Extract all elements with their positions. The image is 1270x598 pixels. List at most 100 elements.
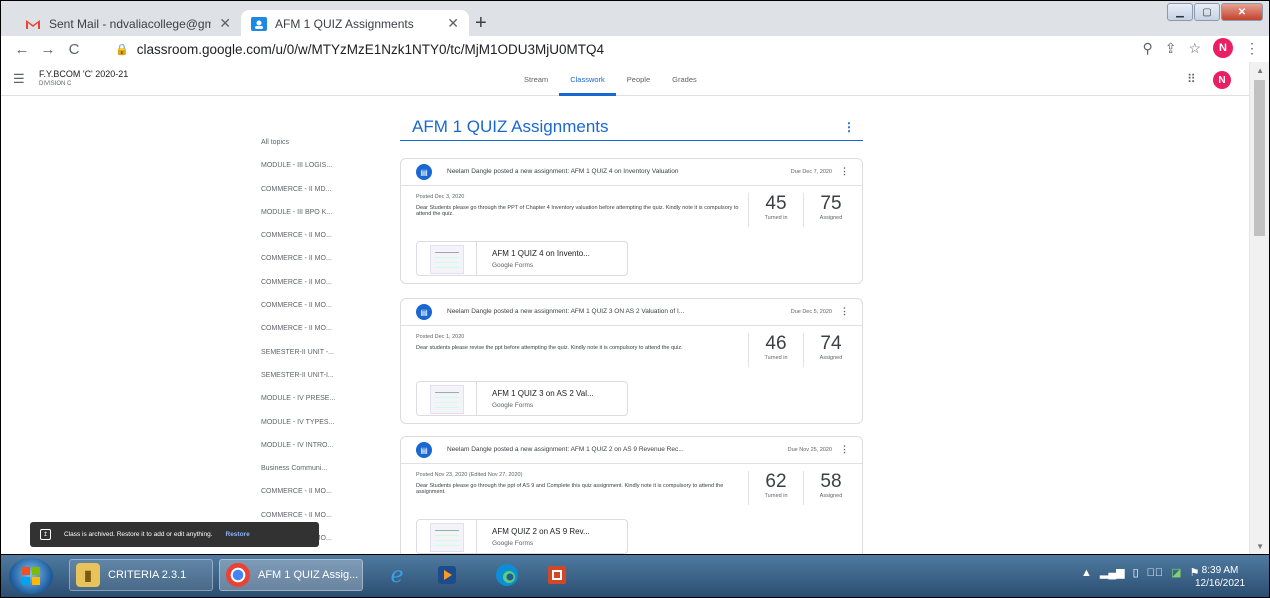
posted-date: Posted Dec 1, 2020 [416, 334, 465, 340]
topic-item[interactable]: COMMERCE - II MO... [261, 324, 361, 347]
assignment-description: Dear students please revise the ppt befo… [416, 345, 683, 351]
class-name[interactable]: F.Y.BCOM 'C' 2020-21 [39, 69, 128, 79]
reload-icon[interactable]: C [61, 41, 87, 58]
assignment-card[interactable]: ▤ Neelam Dangle posted a new assignment:… [400, 436, 863, 554]
taskbar-item-criteria[interactable]: ▮ CRITERIA 2.3.1 [69, 559, 213, 591]
system-clock[interactable]: 8:39 AM 12/16/2021 [1195, 564, 1245, 590]
lock-icon: 🔒 [115, 43, 129, 56]
assigned-stat[interactable]: 58 Assigned [803, 471, 858, 505]
classroom-header: ☰ F.Y.BCOM 'C' 2020-21 DIVISION C Stream… [1, 62, 1249, 96]
network-signal-icon[interactable]: ▂▄▆ [1100, 566, 1125, 579]
forward-arrow-icon[interactable]: → [35, 41, 61, 58]
internet-explorer-icon[interactable]: ℯ [377, 560, 417, 590]
assignment-heading: Neelam Dangle posted a new assignment: A… [447, 446, 684, 453]
apps-grid-icon[interactable]: ⠿ [1187, 72, 1196, 86]
presentation-icon[interactable] [537, 560, 577, 590]
battery-icon[interactable]: ▯ [1133, 566, 1139, 579]
browser-tab-bar: Sent Mail - ndvaliacollege@gma ✕ AFM 1 Q… [0, 0, 1270, 37]
classroom-page: ☰ F.Y.BCOM 'C' 2020-21 DIVISION C Stream… [0, 62, 1270, 554]
tab-stream[interactable]: Stream [513, 62, 559, 96]
menu-dots-icon[interactable]: ⋮ [1245, 40, 1259, 57]
topic-item-all[interactable]: All topics [261, 138, 361, 161]
form-thumbnail [417, 520, 477, 553]
minimize-button[interactable]: ▁ [1167, 3, 1193, 21]
tab-people[interactable]: People [616, 62, 661, 96]
start-button[interactable] [9, 558, 53, 594]
topic-more-icon[interactable]: ⋮ [843, 120, 855, 134]
topic-item[interactable]: Business Communi... [261, 464, 361, 487]
tab-sent-mail[interactable]: Sent Mail - ndvaliacollege@gma ✕ [15, 10, 241, 37]
assignment-card[interactable]: ▤ Neelam Dangle posted a new assignment:… [400, 298, 863, 424]
topic-item[interactable]: MODULE - III BPO K... [261, 208, 361, 231]
turned-in-count: 45 [765, 193, 787, 214]
topic-list: All topics MODULE - III LOGIS... COMMERC… [261, 138, 361, 554]
scroll-up-arrow-icon[interactable]: ▲ [1256, 66, 1264, 75]
back-arrow-icon[interactable]: ← [9, 41, 35, 58]
topic-item[interactable]: COMMERCE - II MO... [261, 278, 361, 301]
assigned-stat[interactable]: 74 Assigned [803, 333, 858, 367]
profile-avatar[interactable]: N [1213, 38, 1233, 58]
close-tab-icon[interactable]: ✕ [219, 15, 231, 32]
assigned-label: Assigned [819, 355, 843, 361]
topic-item[interactable]: MODULE - III LOGIS... [261, 161, 361, 184]
clock-date: 12/16/2021 [1195, 578, 1246, 589]
tab-afm-quiz[interactable]: AFM 1 QUIZ Assignments ✕ [241, 10, 469, 37]
volume-muted-icon[interactable]: ◀⃠ [1147, 567, 1164, 579]
topic-item[interactable]: MODULE - IV TYPES... [261, 418, 361, 441]
maximize-button[interactable]: ▢ [1194, 3, 1220, 21]
turned-in-label: Turned in [764, 215, 788, 221]
zoom-icon[interactable]: ⚲ [1142, 40, 1152, 57]
browser-toolbar: ← → C 🔒 classroom.google.com/u/0/w/MTYzM… [0, 36, 1270, 62]
show-hidden-icons-icon[interactable]: ▲ [1081, 567, 1092, 579]
page-scrollbar[interactable]: ▲ ▼ [1249, 62, 1269, 554]
topic-item[interactable]: COMMERCE - II MO... [261, 487, 361, 510]
form-attachment[interactable]: AFM 1 QUIZ 4 on Invento... Google Forms [416, 241, 628, 276]
turned-in-stat[interactable]: 46 Turned in [748, 333, 803, 367]
bookmark-star-icon[interactable]: ☆ [1188, 40, 1201, 57]
close-window-button[interactable]: ✕ [1221, 3, 1263, 21]
share-icon[interactable]: ⇪ [1165, 40, 1177, 57]
scrollbar-thumb[interactable] [1254, 80, 1265, 236]
topic-item[interactable]: COMMERCE - II MO... [261, 231, 361, 254]
more-options-icon[interactable]: ⋮ [840, 166, 849, 177]
form-attachment[interactable]: AFM 1 QUIZ 3 on AS 2 Val... Google Forms [416, 381, 628, 416]
topic-item[interactable]: MODULE - IV PRESE... [261, 394, 361, 417]
assigned-stat[interactable]: 75 Assigned [803, 193, 858, 227]
turned-in-stat[interactable]: 45 Turned in [748, 193, 803, 227]
more-options-icon[interactable]: ⋮ [840, 306, 849, 317]
topic-item[interactable]: SEMESTER-II UNIT -... [261, 348, 361, 371]
security-icon[interactable]: ◪ [1171, 566, 1181, 579]
media-player-icon[interactable] [427, 560, 467, 590]
new-tab-button[interactable]: + [475, 12, 487, 35]
topic-item[interactable]: COMMERCE - II MO... [261, 301, 361, 324]
edge-icon[interactable] [487, 560, 527, 590]
topic-item[interactable]: COMMERCE - II MD... [261, 185, 361, 208]
assignment-card[interactable]: ▤ Neelam Dangle posted a new assignment:… [400, 158, 863, 284]
system-tray: ▲ ▂▄▆ ▯ ◀⃠ ◪ ⚑ [1081, 566, 1199, 580]
class-section: DIVISION C [39, 81, 72, 87]
due-date: Due Nov 25, 2020 [787, 447, 832, 453]
address-bar[interactable]: 🔒 classroom.google.com/u/0/w/MTYzMzE1Nzk… [115, 38, 1145, 60]
hamburger-menu-icon[interactable]: ☰ [13, 71, 25, 87]
restore-button[interactable]: Restore [226, 531, 250, 538]
assignment-icon: ▤ [416, 442, 432, 458]
taskbar-item-chrome[interactable]: AFM 1 QUIZ Assig... [219, 559, 363, 591]
form-thumbnail [417, 382, 477, 415]
tab-grades[interactable]: Grades [661, 62, 708, 96]
topic-item[interactable]: SEMESTER-II UNIT-I... [261, 371, 361, 394]
assigned-label: Assigned [819, 215, 843, 221]
assignment-heading: Neelam Dangle posted a new assignment: A… [447, 168, 679, 175]
topic-item[interactable]: MODULE - IV INTRO... [261, 441, 361, 464]
form-attachment[interactable]: AFM QUIZ 2 on AS 9 Rev... Google Forms [416, 519, 628, 554]
turned-in-stat[interactable]: 62 Turned in [748, 471, 803, 505]
tab-title: AFM 1 QUIZ Assignments [275, 16, 414, 31]
account-avatar[interactable]: N [1213, 71, 1231, 89]
scroll-down-arrow-icon[interactable]: ▼ [1256, 542, 1264, 551]
topic-item[interactable]: COMMERCE - II MO... [261, 254, 361, 277]
close-tab-icon[interactable]: ✕ [447, 15, 459, 32]
more-options-icon[interactable]: ⋮ [840, 444, 849, 455]
taskbar-label: AFM 1 QUIZ Assig... [258, 569, 359, 581]
toolbar-actions: ⚲ ⇪ ☆ N ⋮ [1142, 38, 1259, 58]
tab-classwork[interactable]: Classwork [559, 62, 616, 96]
assignment-card-header: ▤ Neelam Dangle posted a new assignment:… [401, 159, 862, 186]
